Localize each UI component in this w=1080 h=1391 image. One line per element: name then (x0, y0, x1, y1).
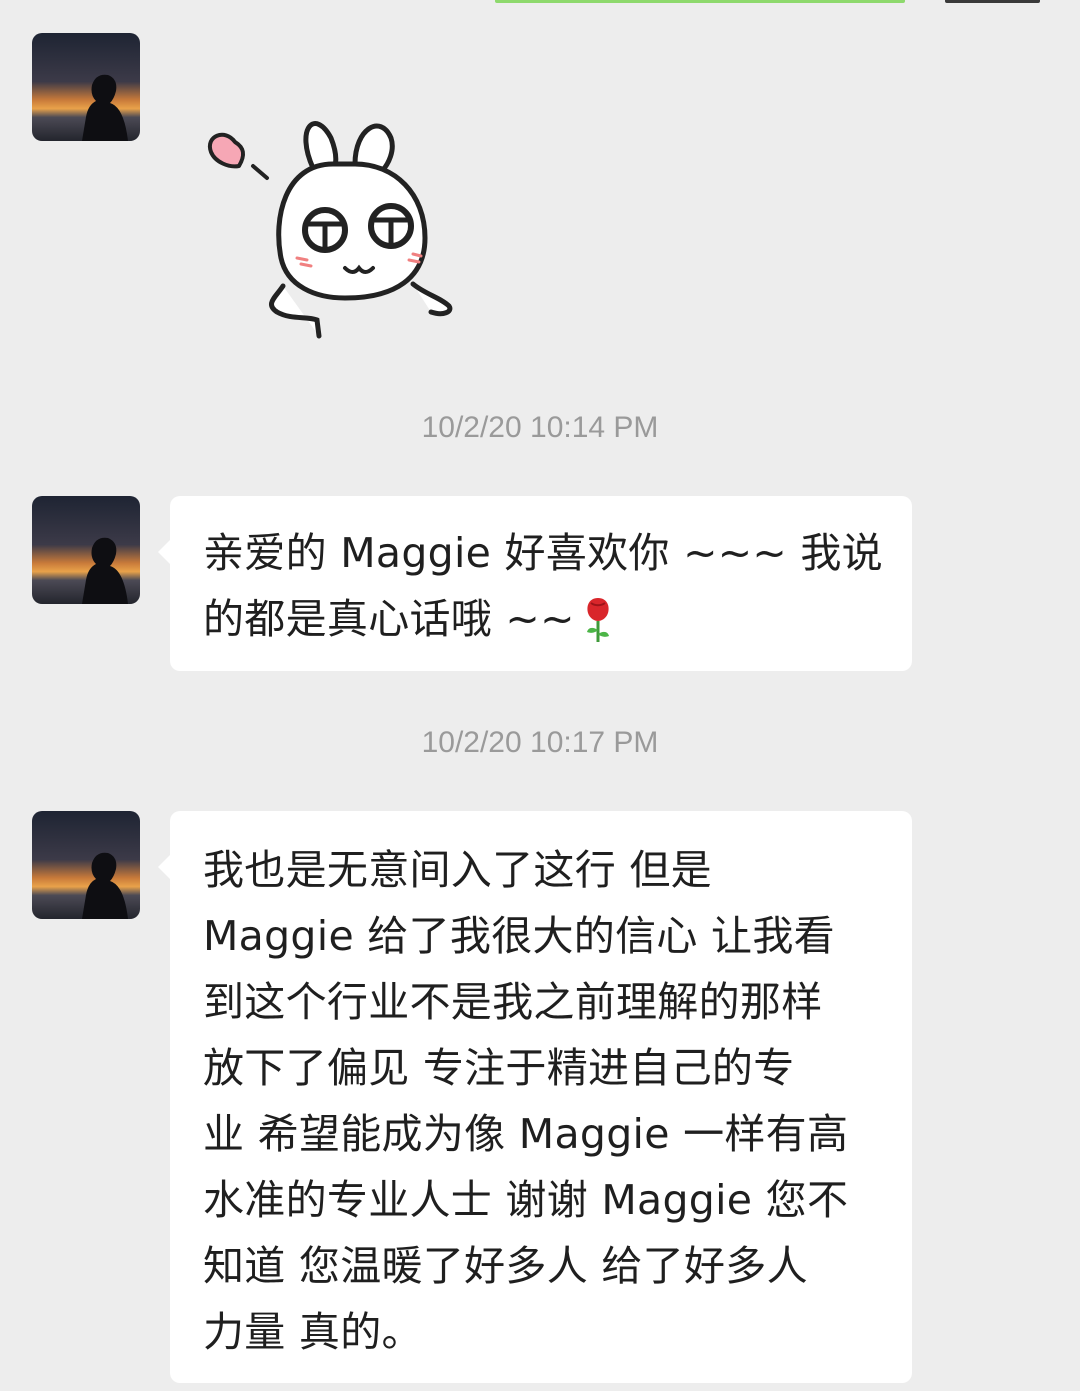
sender-avatar[interactable] (32, 811, 140, 919)
message-timestamp: 10/2/20 10:14 PM (421, 411, 659, 444)
top-message-edge-dark (945, 0, 1040, 3)
silhouette-sunset-avatar (32, 33, 140, 141)
message-bubble[interactable]: 我也是无意间入了这行 但是 Maggie 给了我很大的信心 让我看 到这个行业不… (158, 811, 912, 1383)
white-bunny-heart-sticker[interactable] (195, 108, 470, 348)
silhouette-sunset-avatar (32, 496, 140, 604)
message-line: 水准的专业人士 谢谢 Maggie 您不 (203, 1176, 849, 1224)
message-line: 的都是真心话哦 ~~ (203, 595, 575, 643)
message-line: 亲爱的 Maggie 好喜欢你 ~~~ 我说 (203, 529, 883, 577)
sender-avatar[interactable] (32, 496, 140, 604)
message-line: 到这个行业不是我之前理解的那样 (203, 978, 823, 1026)
sender-avatar[interactable] (32, 33, 140, 141)
message-line: 知道 您温暖了好多人 给了好多人 (203, 1242, 808, 1290)
message-timestamp: 10/2/20 10:17 PM (421, 726, 659, 759)
message-line: 业 希望能成为像 Maggie 一样有高 (203, 1110, 849, 1158)
message-line: Maggie 给了我很大的信心 让我看 (203, 912, 835, 960)
message-line: 力量 真的。 (203, 1308, 423, 1356)
silhouette-sunset-avatar (32, 811, 140, 919)
message-line: 我也是无意间入了这行 但是 (203, 846, 712, 894)
rose-icon (586, 598, 609, 642)
message-bubble[interactable]: 亲爱的 Maggie 好喜欢你 ~~~ 我说 的都是真心话哦 ~~ (158, 496, 912, 671)
top-message-edge-green (495, 0, 905, 3)
message-line: 放下了偏见 专注于精进自己的专 (203, 1044, 795, 1092)
